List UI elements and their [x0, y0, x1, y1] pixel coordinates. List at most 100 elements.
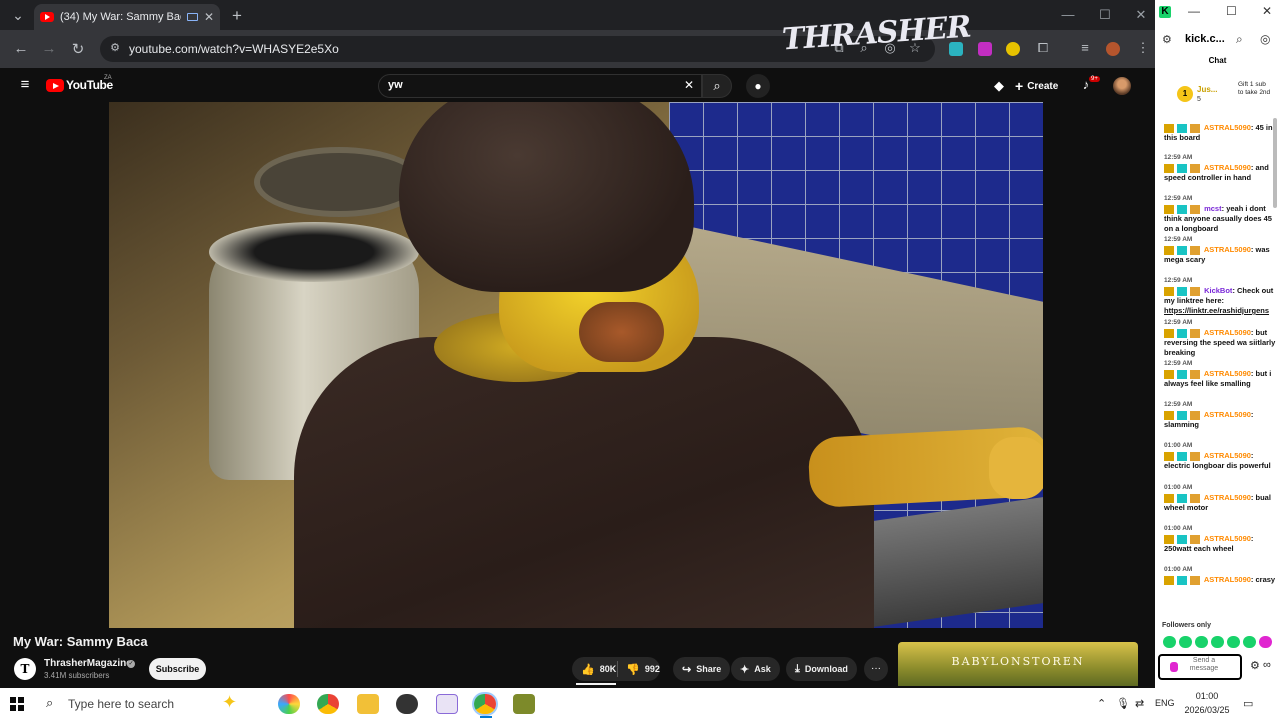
like-dislike-pill: 👍 80K 👎 992 [572, 657, 660, 681]
chat-username[interactable]: ASTRAL5090 [1204, 410, 1251, 419]
chat-message-link[interactable]: https://linktr.ee/rashidjurgens [1164, 306, 1269, 315]
chat-badges-icon [1164, 575, 1202, 585]
emote-icon[interactable] [1163, 636, 1176, 648]
emote-icon[interactable] [1243, 636, 1256, 648]
browser-tab-youtube[interactable]: (34) My War: Sammy Baca ✕ [34, 4, 220, 30]
chat-input-placeholder[interactable]: Send a message [1188, 657, 1220, 673]
extension-3-icon[interactable] [1006, 42, 1020, 56]
like-count[interactable]: 80K [600, 664, 617, 674]
chat-username[interactable]: ASTRAL5090 [1204, 123, 1251, 132]
ask-button[interactable]: ✦ Ask [731, 657, 780, 681]
gift-sub-prompt[interactable]: Gift 1 sub to take 2nd [1238, 81, 1272, 96]
youtube-logo-icon[interactable] [46, 79, 64, 92]
chrome-app-icon[interactable] [317, 694, 339, 714]
tray-microphone-icon[interactable]: 🎙 [1116, 697, 1130, 710]
chat-eye-off-icon[interactable]: ◎ [1260, 32, 1270, 46]
chrome-active-app-icon[interactable] [474, 694, 496, 714]
reload-icon[interactable]: ↻ [68, 40, 88, 58]
tray-expand-icon[interactable]: ⌃ [1097, 697, 1106, 710]
notification-center-icon[interactable]: ▭ [1243, 697, 1253, 710]
windows-start-icon[interactable] [10, 697, 24, 711]
emote-icon[interactable] [1259, 636, 1272, 648]
extensions-puzzle-icon[interactable]: ⧠ [1034, 40, 1052, 56]
create-button[interactable]: + Create [1015, 77, 1058, 95]
profile-avatar-icon[interactable] [1106, 42, 1120, 56]
search-highlight-icon[interactable]: ✦ [222, 692, 237, 713]
search-clear-icon[interactable]: ✕ [680, 78, 698, 92]
tab-search-button[interactable]: ⌄ [8, 7, 28, 24]
minimize-button[interactable]: — [1058, 7, 1078, 22]
kick-url[interactable]: kick.c... [1185, 33, 1225, 45]
chat-minimize-button[interactable]: — [1188, 4, 1200, 18]
chat-badges-icon [1164, 245, 1202, 255]
site-info-icon[interactable]: ⚙ [106, 41, 124, 54]
tray-language[interactable]: ENG [1155, 698, 1175, 708]
chat-username[interactable]: ASTRAL5090 [1204, 493, 1251, 502]
chat-username[interactable]: mcst [1204, 204, 1222, 213]
chat-username[interactable]: ASTRAL5090 [1204, 369, 1251, 378]
hamburger-menu-icon[interactable]: ≡ [16, 76, 34, 93]
more-actions-button[interactable]: ··· [864, 657, 888, 681]
tab-close-icon[interactable]: ✕ [204, 10, 214, 24]
account-avatar[interactable] [1113, 77, 1131, 95]
voice-search-icon[interactable]: ● [746, 74, 770, 98]
chat-emoji-icon[interactable]: ∞ [1263, 659, 1271, 671]
channel-avatar[interactable]: T [14, 658, 36, 680]
thumbs-down-icon[interactable]: 👎 [626, 663, 640, 676]
maximize-button[interactable]: ☐ [1095, 7, 1115, 23]
chat-username[interactable]: ASTRAL5090 [1204, 575, 1251, 584]
file-explorer-icon[interactable] [357, 694, 379, 714]
reading-list-icon[interactable]: ≡ [1076, 40, 1094, 55]
search-button[interactable]: ⌕ [702, 74, 732, 98]
tray-network-icon[interactable]: ⇄ [1135, 697, 1144, 710]
search-input[interactable] [378, 74, 702, 98]
extension-2-icon[interactable] [978, 42, 992, 56]
taskbar-search-icon[interactable]: ⌕ [46, 695, 53, 711]
search-query[interactable]: yw [388, 79, 403, 91]
gift-leader-user[interactable]: Jus... [1197, 85, 1217, 94]
chat-zoom-icon[interactable]: ⌕ [1236, 32, 1243, 47]
gift-leader-coin: 1 [1177, 86, 1193, 102]
chat-mic-icon[interactable] [1170, 662, 1178, 672]
subscribe-button[interactable]: Subscribe [149, 658, 206, 680]
forward-arrow-icon[interactable]: → [39, 40, 59, 57]
emote-icon[interactable] [1227, 636, 1240, 648]
chat-close-button[interactable]: ✕ [1262, 4, 1272, 18]
chat-username[interactable]: ASTRAL5090 [1204, 534, 1251, 543]
dislike-count[interactable]: 992 [645, 664, 660, 674]
tray-time[interactable]: 01:00 [1182, 691, 1232, 701]
cast-lens-icon[interactable]: ◆ [990, 78, 1008, 94]
chat-username[interactable]: ASTRAL5090 [1204, 451, 1251, 460]
chat-message: 12:59 AM ASTRAL5090: and speed controlle… [1164, 153, 1276, 183]
kick-logo-icon[interactable]: K [1159, 6, 1171, 18]
channel-name[interactable]: ThrasherMagazine [44, 658, 132, 669]
minecraft-app-icon[interactable] [513, 694, 535, 714]
chat-username[interactable]: KickBot [1204, 286, 1232, 295]
video-frame[interactable] [109, 102, 1043, 628]
emote-icon[interactable] [1179, 636, 1192, 648]
thumbs-up-icon[interactable]: 👍 [581, 663, 595, 676]
close-window-button[interactable]: ✕ [1131, 7, 1151, 23]
youtube-favicon-icon [40, 12, 54, 22]
download-button[interactable]: ⤓ Download [786, 657, 857, 681]
emote-icon[interactable] [1211, 636, 1224, 648]
new-tab-button[interactable]: + [227, 6, 247, 26]
chat-badges-icon [1164, 410, 1202, 420]
photos-app-icon[interactable] [278, 694, 300, 714]
taskbar-search-input[interactable]: Type here to search [68, 697, 174, 711]
chat-username[interactable]: ASTRAL5090 [1204, 245, 1251, 254]
create-label: Create [1027, 80, 1059, 92]
chat-site-settings-icon[interactable]: ⚙ [1162, 33, 1172, 46]
chat-username[interactable]: ASTRAL5090 [1204, 163, 1251, 172]
chat-settings-icon[interactable]: ⚙ [1250, 659, 1260, 672]
chat-maximize-button[interactable]: ☐ [1226, 4, 1237, 18]
obs-app-icon[interactable] [396, 694, 418, 714]
back-arrow-icon[interactable]: ← [11, 40, 31, 57]
chat-username[interactable]: ASTRAL5090 [1204, 328, 1251, 337]
share-button[interactable]: ↪ Share [673, 657, 731, 681]
emote-icon[interactable] [1195, 636, 1208, 648]
browser-menu-icon[interactable]: ⋮ [1134, 40, 1152, 56]
tray-date[interactable]: 2026/03/25 [1182, 705, 1232, 715]
url-text[interactable]: youtube.com/watch?v=WHASYE2e5Xo [129, 42, 339, 56]
paint-app-icon[interactable] [436, 694, 458, 714]
